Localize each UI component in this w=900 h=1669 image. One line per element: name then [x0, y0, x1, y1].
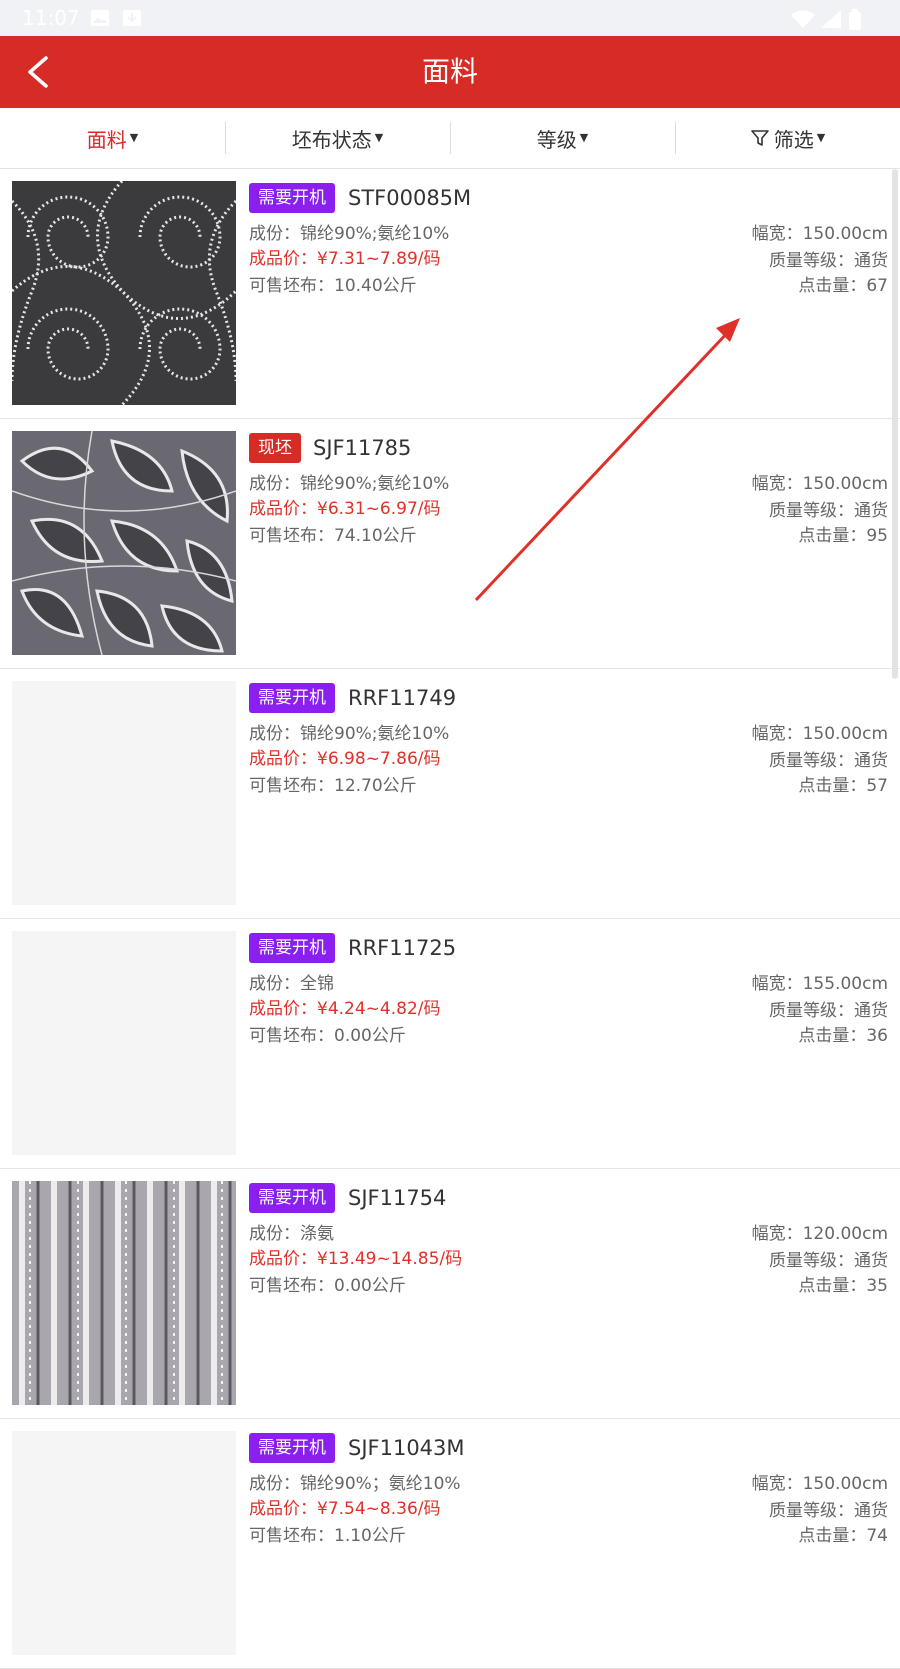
composition-text: 成份：锦纶90%；氨纶10%: [249, 1474, 461, 1494]
stock-text: 可售坯布：0.00公斤: [249, 1026, 406, 1046]
width-text: 幅宽：155.00cm: [751, 974, 888, 994]
price-text: 成品价：¥4.24~4.82/码: [249, 999, 441, 1019]
scrollbar[interactable]: [892, 169, 898, 679]
fabric-list: 需要开机 STF00085M 成份：锦纶90%;氨纶10% 成品价：¥7.31~…: [0, 169, 900, 1669]
filter-grade[interactable]: 等级 ▼: [450, 108, 675, 168]
clicks-text: 点击量：74: [798, 1526, 888, 1546]
price-text: 成品价：¥7.31~7.89/码: [249, 249, 441, 269]
dropdown-caret-icon: ▼: [374, 130, 384, 144]
composition-text: 成份：涤氨: [249, 1224, 334, 1244]
stock-text: 可售坯布：0.00公斤: [249, 1276, 406, 1296]
fabric-thumbnail: [12, 1181, 236, 1405]
filter-greige-status[interactable]: 坯布状态 ▼: [225, 108, 450, 168]
composition-text: 成份：全锦: [249, 974, 334, 994]
status-badge: 需要开机: [249, 1433, 335, 1463]
filter-bar: 面料 ▼ 坯布状态 ▼ 等级 ▼ 筛选 ▼: [0, 108, 900, 169]
fabric-code: STF00085M: [348, 186, 472, 210]
width-text: 幅宽：150.00cm: [751, 724, 888, 744]
price-text: 成品价：¥6.98~7.86/码: [249, 749, 441, 769]
wifi-icon: [791, 10, 815, 28]
fabric-code: SJF11754: [348, 1186, 447, 1210]
list-item[interactable]: 需要开机 RRF11725 成份：全锦 成品价：¥4.24~4.82/码 可售坯…: [0, 919, 900, 1169]
status-badge: 需要开机: [249, 183, 335, 213]
image-notification-icon: [91, 10, 109, 26]
filter-greige-status-label: 坯布状态: [291, 127, 372, 152]
fabric-thumbnail: [12, 181, 236, 405]
width-text: 幅宽：120.00cm: [751, 1224, 888, 1244]
fabric-thumbnail: [12, 431, 236, 655]
fabric-thumbnail-placeholder: [12, 931, 236, 1155]
price-text: 成品价：¥6.31~6.97/码: [249, 499, 441, 519]
fabric-code: SJF11043M: [348, 1436, 465, 1460]
fabric-thumbnail-placeholder: [12, 1431, 236, 1655]
list-item[interactable]: 现坯 SJF11785 成份：锦纶90%;氨纶10% 成品价：¥6.31~6.9…: [0, 419, 900, 669]
list-item[interactable]: 需要开机 SJF11043M 成份：锦纶90%；氨纶10% 成品价：¥7.54~…: [0, 1419, 900, 1669]
composition-text: 成份：锦纶90%;氨纶10%: [249, 724, 450, 744]
clicks-text: 点击量：67: [798, 276, 888, 296]
clicks-text: 点击量：57: [798, 776, 888, 796]
clicks-text: 点击量：95: [798, 526, 888, 546]
filter-fabric[interactable]: 面料 ▼: [0, 108, 225, 168]
dropdown-caret-icon: ▼: [129, 130, 139, 144]
grade-text: 质量等级：通货: [769, 751, 888, 771]
status-badge: 需要开机: [249, 933, 335, 963]
fabric-code: RRF11725: [348, 936, 457, 960]
price-text: 成品价：¥7.54~8.36/码: [249, 1499, 441, 1519]
grade-text: 质量等级：通货: [769, 1251, 888, 1271]
width-text: 幅宽：150.00cm: [751, 224, 888, 244]
filter-screen-label: 筛选: [773, 127, 814, 152]
status-bar: 11:07: [0, 0, 900, 36]
status-badge: 需要开机: [249, 683, 335, 713]
filter-fabric-label: 面料: [86, 127, 127, 152]
status-time: 11:07: [22, 6, 80, 30]
battery-icon: [849, 9, 861, 30]
fabric-thumbnail-placeholder: [12, 681, 236, 905]
dropdown-caret-icon: ▼: [816, 130, 826, 144]
page-title: 面料: [421, 55, 478, 88]
filter-grade-label: 等级: [536, 127, 577, 152]
grade-text: 质量等级：通货: [769, 251, 888, 271]
fabric-code: SJF11785: [313, 436, 412, 460]
stock-text: 可售坯布：10.40公斤: [249, 276, 417, 296]
list-item[interactable]: 需要开机 SJF11754 成份：涤氨 成品价：¥13.49~14.85/码 可…: [0, 1169, 900, 1419]
width-text: 幅宽：150.00cm: [751, 474, 888, 494]
stock-text: 可售坯布：1.10公斤: [249, 1526, 406, 1546]
grade-text: 质量等级：通货: [769, 1501, 888, 1521]
stock-text: 可售坯布：12.70公斤: [249, 776, 417, 796]
fabric-code: RRF11749: [348, 686, 457, 710]
signal-icon: [821, 10, 841, 28]
clicks-text: 点击量：36: [798, 1026, 888, 1046]
list-item[interactable]: 需要开机 STF00085M 成份：锦纶90%;氨纶10% 成品价：¥7.31~…: [0, 169, 900, 419]
composition-text: 成份：锦纶90%;氨纶10%: [249, 474, 450, 494]
stock-text: 可售坯布：74.10公斤: [249, 526, 417, 546]
clicks-text: 点击量：35: [798, 1276, 888, 1296]
list-item[interactable]: 需要开机 RRF11749 成份：锦纶90%;氨纶10% 成品价：¥6.98~7…: [0, 669, 900, 919]
composition-text: 成份：锦纶90%;氨纶10%: [249, 224, 450, 244]
download-notification-icon: [123, 10, 141, 26]
width-text: 幅宽：150.00cm: [751, 1474, 888, 1494]
price-text: 成品价：¥13.49~14.85/码: [249, 1249, 463, 1269]
dropdown-caret-icon: ▼: [579, 130, 589, 144]
status-badge: 现坯: [249, 433, 301, 463]
filter-screen[interactable]: 筛选 ▼: [675, 108, 900, 168]
status-badge: 需要开机: [249, 1183, 335, 1213]
grade-text: 质量等级：通货: [769, 501, 888, 521]
grade-text: 质量等级：通货: [769, 1001, 888, 1021]
funnel-icon: [750, 130, 769, 146]
app-header: 面料: [0, 36, 900, 108]
